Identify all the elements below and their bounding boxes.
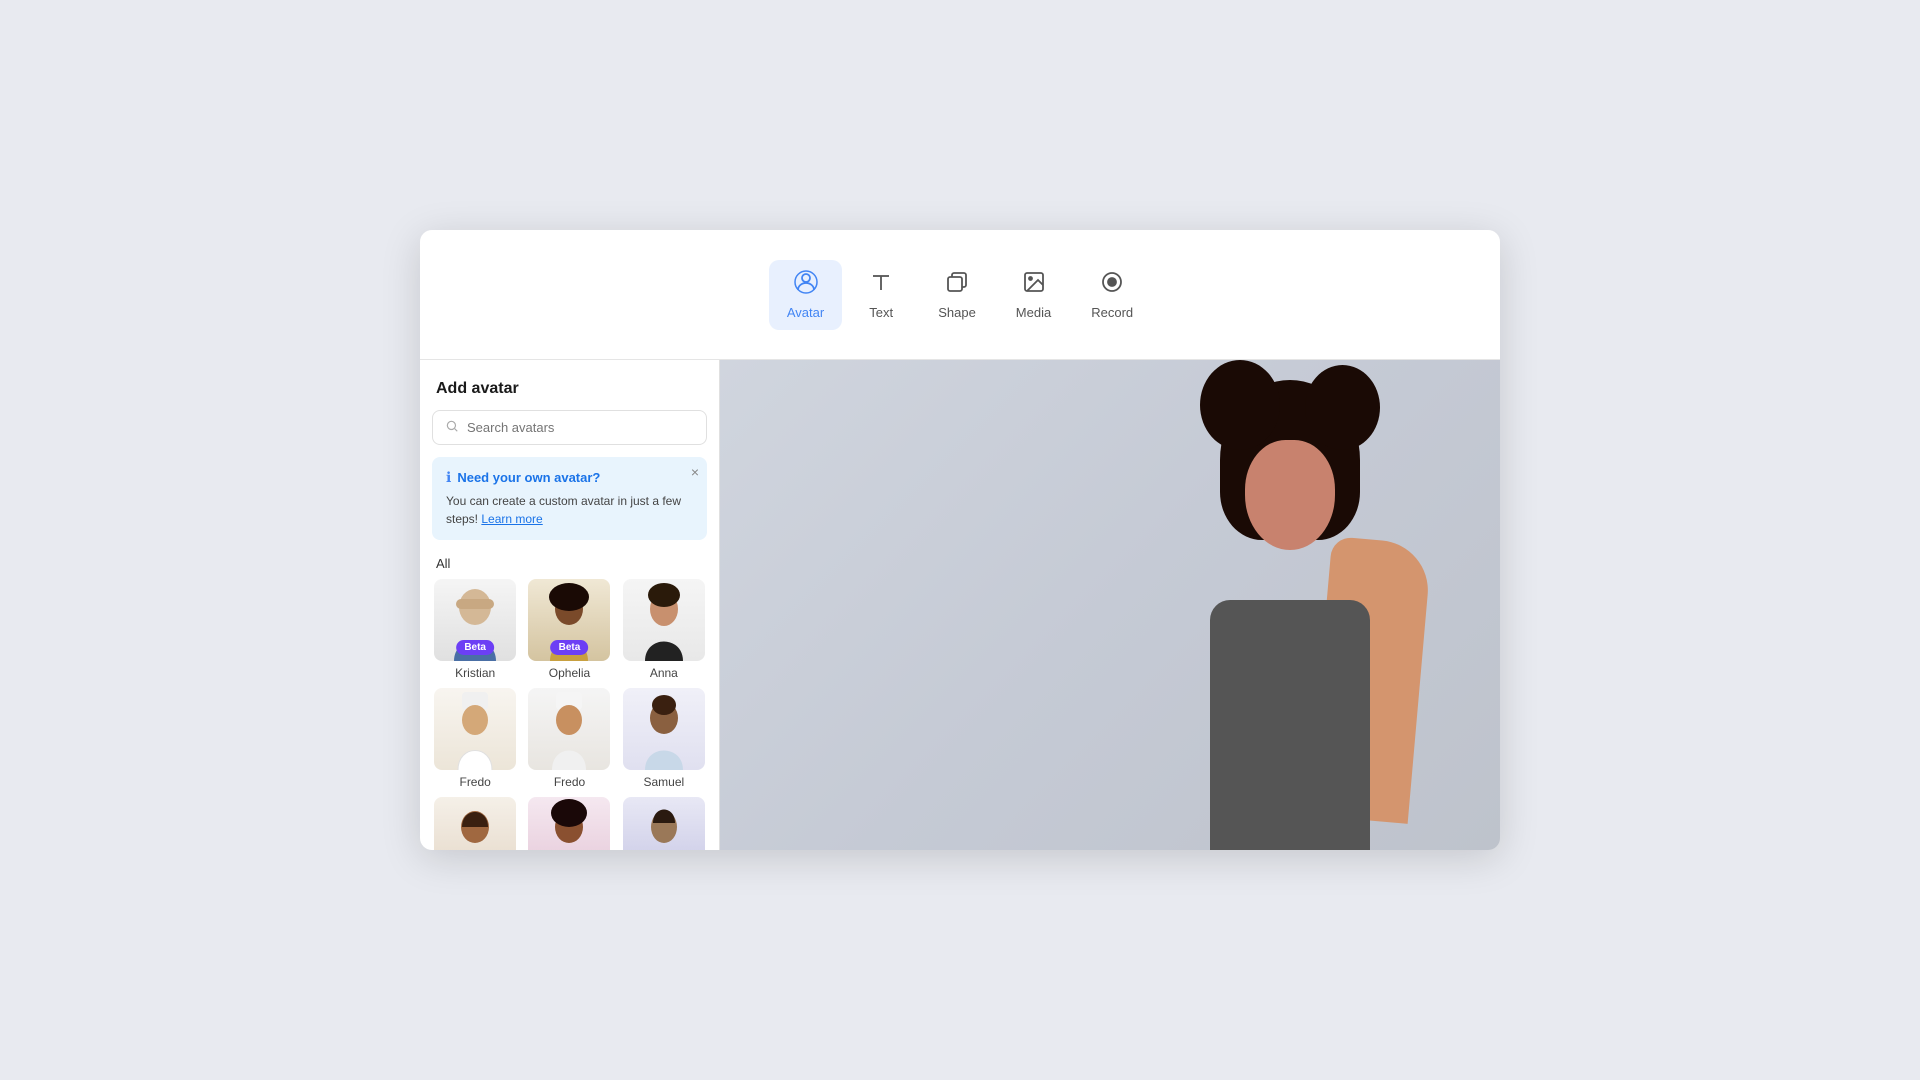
avatar-name-ophelia: Ophelia [549, 666, 590, 680]
info-banner-body: You can create a custom avatar in just a… [446, 492, 693, 528]
avatar-item-ophelia[interactable]: Beta Ophelia [526, 579, 612, 680]
scene-background [720, 360, 1500, 850]
avatar-name-fredo1: Fredo [459, 775, 490, 789]
tab-shape[interactable]: Shape [920, 260, 994, 330]
info-banner-close-button[interactable]: × [691, 465, 699, 479]
app-window: Avatar Text [420, 230, 1500, 850]
info-icon: ℹ [446, 469, 451, 486]
avatar-name-anna: Anna [650, 666, 678, 680]
panel-title: Add avatar [436, 380, 703, 398]
avatar-item-samuel[interactable]: Samuel [621, 688, 707, 789]
torso-decoration [1210, 600, 1370, 850]
avatar-item-row3-1[interactable] [432, 797, 518, 850]
tab-media-label: Media [1016, 305, 1051, 320]
avatar-thumb-fredo2 [528, 688, 610, 770]
avatar-name-fredo2: Fredo [554, 775, 585, 789]
avatar-thumb-kristian: Beta [434, 579, 516, 661]
avatar-item-fredo2[interactable]: Fredo [526, 688, 612, 789]
section-all-label: All [420, 552, 719, 579]
main-content: Add avatar ℹ Need your own [420, 360, 1500, 850]
avatar-item-row3-3[interactable] [621, 797, 707, 850]
avatar-icon [794, 270, 818, 299]
panel-header: Add avatar [420, 360, 719, 410]
info-body-link[interactable]: Learn more [481, 512, 542, 526]
avatar-name-samuel: Samuel [643, 775, 684, 789]
info-banner-title: Need your own avatar? [457, 470, 600, 485]
record-icon [1100, 270, 1124, 299]
tab-media[interactable]: Media [998, 260, 1069, 330]
avatar-item-row3-2[interactable] [526, 797, 612, 850]
info-banner-header: ℹ Need your own avatar? [446, 469, 693, 486]
shape-icon [945, 270, 969, 299]
avatar-item-anna[interactable]: Anna [621, 579, 707, 680]
info-banner: ℹ Need your own avatar? × You can create… [432, 457, 707, 540]
background-avatar-figure [1140, 360, 1440, 850]
avatar-thumb-anna [623, 579, 705, 661]
avatar-name-kristian: Kristian [455, 666, 495, 680]
search-icon [445, 419, 459, 436]
avatar-thumb-row3-3 [623, 797, 705, 850]
toolbar-nav: Avatar Text [769, 260, 1151, 330]
avatar-thumb-samuel [623, 688, 705, 770]
avatar-item-fredo1[interactable]: Fredo [432, 688, 518, 789]
avatar-thumb-row3-2 [528, 797, 610, 850]
text-icon [869, 270, 893, 299]
tab-avatar[interactable]: Avatar [769, 260, 842, 330]
face-decoration [1245, 440, 1335, 550]
tab-text-label: Text [869, 305, 893, 320]
media-icon [1022, 270, 1046, 299]
tab-record-label: Record [1091, 305, 1133, 320]
avatar-thumb-fredo1 [434, 688, 516, 770]
toolbar: Avatar Text [420, 230, 1500, 360]
search-box[interactable] [432, 410, 707, 445]
avatar-panel: Add avatar ℹ Need your own [420, 360, 720, 850]
tab-shape-label: Shape [938, 305, 976, 320]
beta-badge-ophelia: Beta [551, 640, 589, 655]
tab-record[interactable]: Record [1073, 260, 1151, 330]
tab-avatar-label: Avatar [787, 305, 824, 320]
tab-text[interactable]: Text [846, 260, 916, 330]
avatar-grid: Beta Kristian Beta [420, 579, 719, 850]
avatar-thumb-ophelia: Beta [528, 579, 610, 661]
beta-badge-kristian: Beta [456, 640, 494, 655]
search-input[interactable] [467, 420, 694, 435]
search-container [420, 410, 719, 457]
avatar-item-kristian[interactable]: Beta Kristian [432, 579, 518, 680]
avatar-thumb-row3-1 [434, 797, 516, 850]
